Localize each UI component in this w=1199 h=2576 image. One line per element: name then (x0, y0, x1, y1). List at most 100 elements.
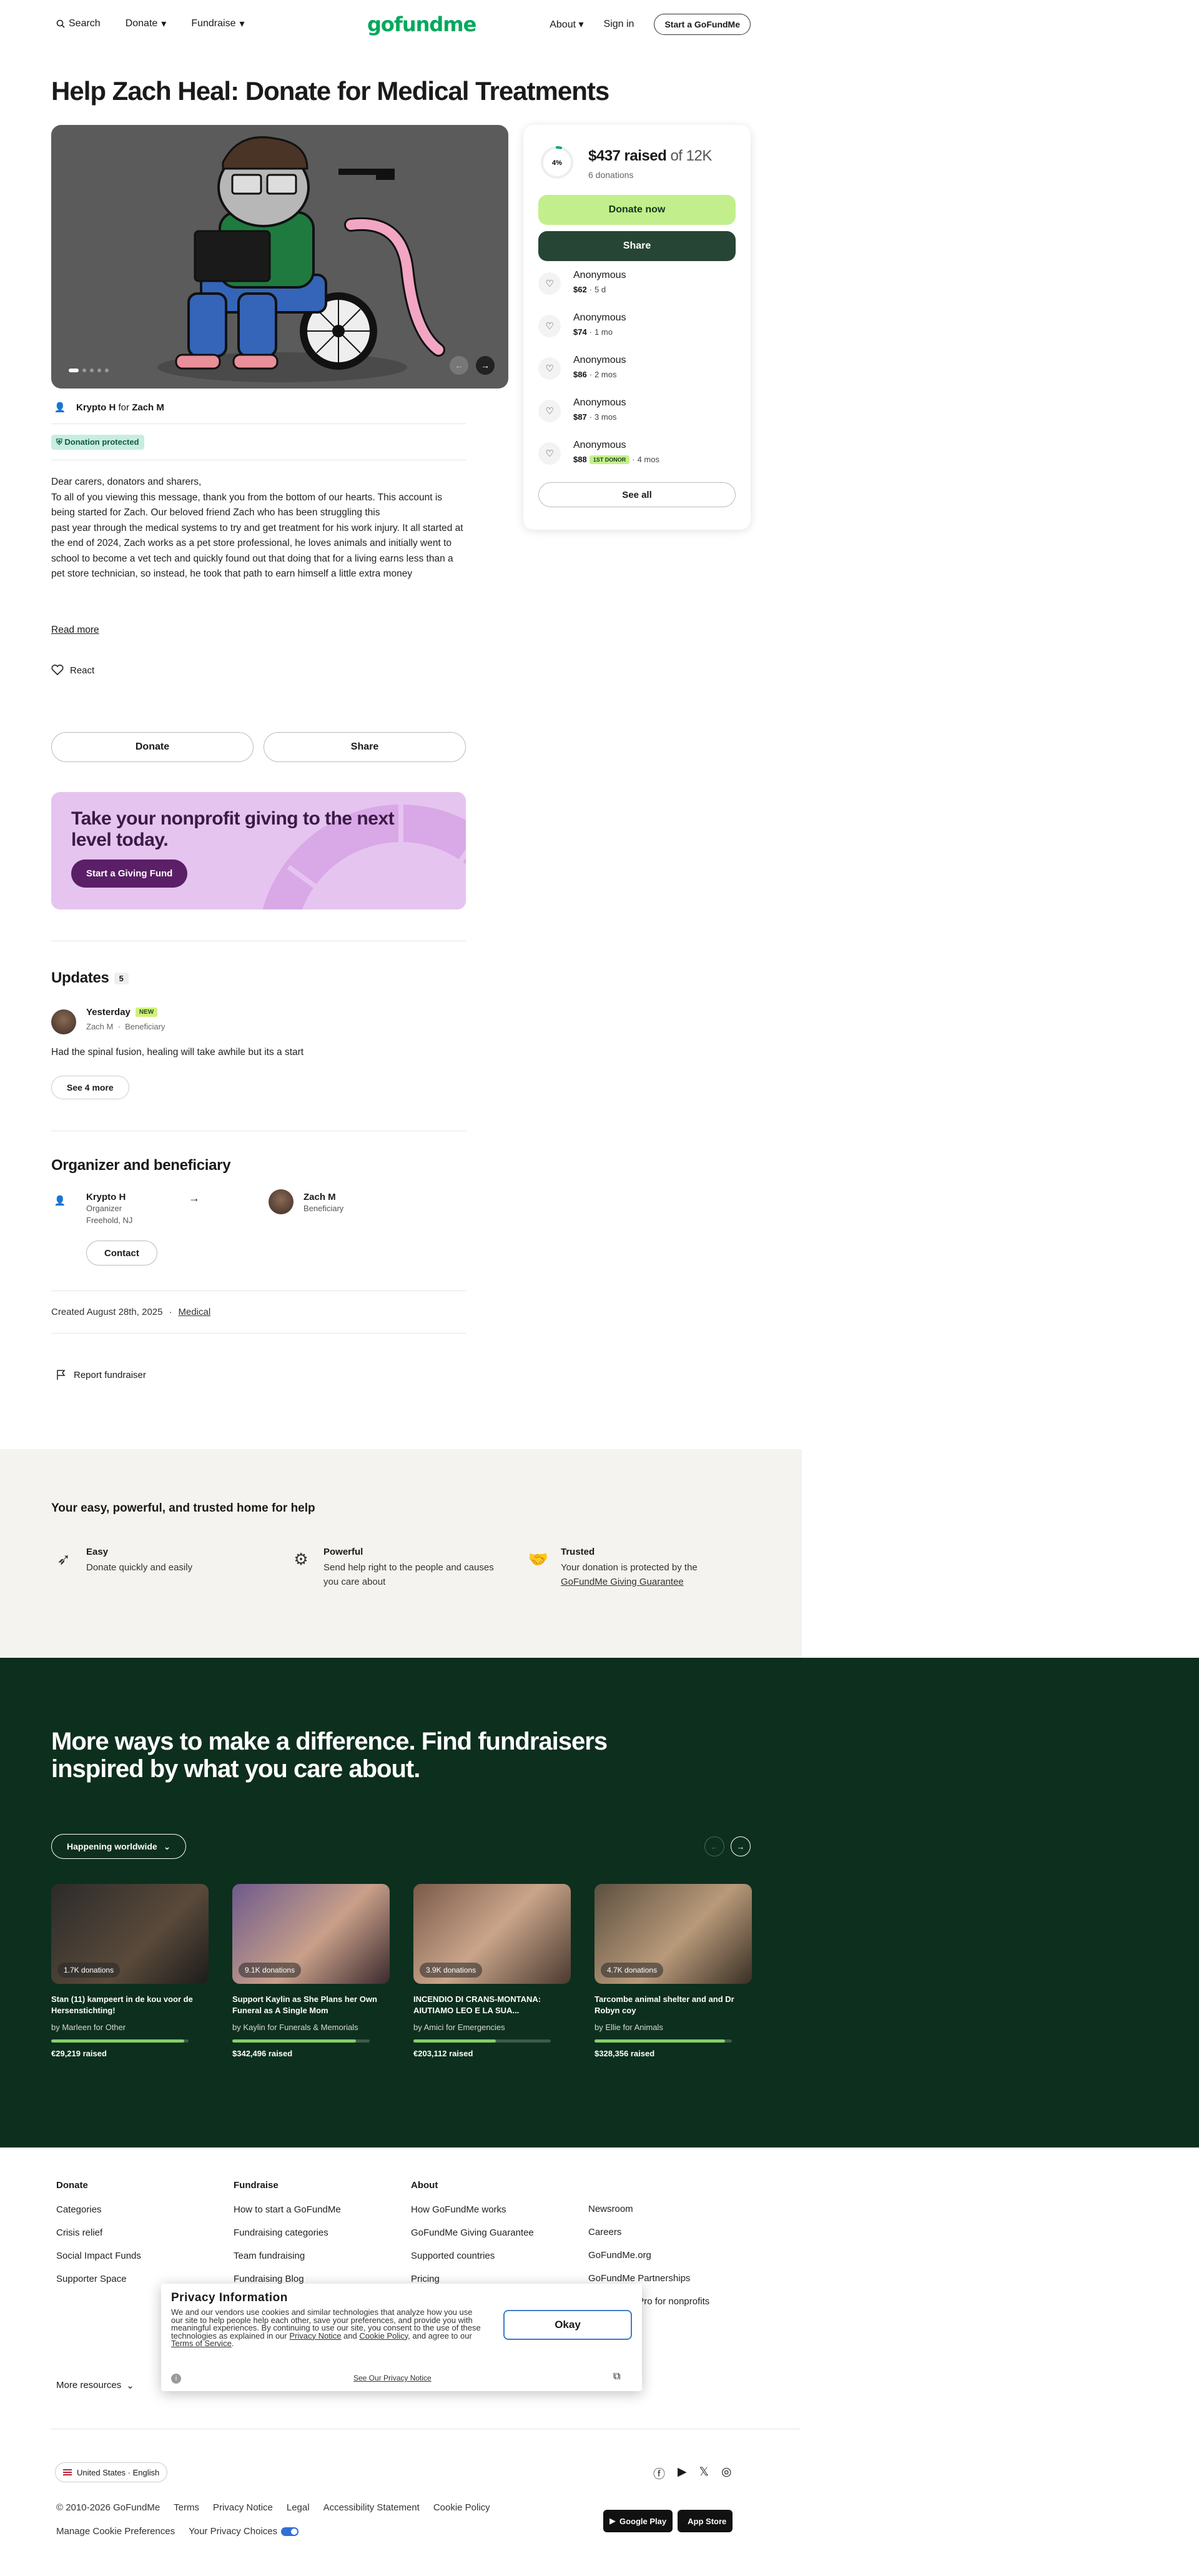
fundraiser-card[interactable]: 3.9K donations INCENDIO DI CRANS-MONTANA… (413, 1884, 571, 2058)
start-gofundme-button[interactable]: Start a GoFundMe (654, 14, 751, 35)
react-button[interactable]: React (51, 665, 94, 676)
media-dot[interactable] (105, 369, 109, 372)
footer-link[interactable]: Categories (56, 2204, 141, 2215)
footer-link[interactable]: Supported countries (411, 2251, 534, 2261)
fundraiser-card[interactable]: 4.7K donations Tarcombe animal shelter a… (595, 1884, 752, 2058)
donor-amount-value: $74 (573, 327, 587, 337)
gear-icon: ⚙ (294, 1549, 308, 1568)
footer-link[interactable]: Terms (174, 2502, 199, 2513)
see-all-button[interactable]: See all (538, 482, 736, 507)
media-dot[interactable] (90, 369, 94, 372)
updates-title: Updates 5 (51, 969, 129, 987)
footer-link[interactable]: Newsroom (588, 2204, 709, 2214)
donor-name: Anonymous (573, 440, 626, 450)
promo-title: Take your nonprofit giving to the next l… (71, 808, 395, 850)
contact-button[interactable]: Contact (86, 1241, 157, 1266)
see-more-updates-button[interactable]: See 4 more (51, 1076, 129, 1099)
footer-link[interactable]: Privacy Notice (213, 2502, 273, 2513)
cookie-policy-link[interactable]: Cookie Policy (359, 2331, 408, 2341)
us-flag-icon (63, 2469, 72, 2475)
media-dot[interactable] (82, 369, 86, 372)
fundraise-menu[interactable]: Fundraise ▾ (191, 17, 244, 30)
footer-link[interactable]: Fundraising Blog (234, 2274, 341, 2284)
okay-button[interactable]: Okay (503, 2310, 632, 2340)
about-menu[interactable]: About ▾ (550, 18, 583, 31)
more-resources-toggle[interactable]: More resources ⌄ (56, 2380, 134, 2391)
organizer-info: Krypto H Organizer Freehold, NJ (86, 1192, 132, 1226)
next-arrow-icon[interactable]: → (731, 1836, 751, 1856)
locale-selector[interactable]: United States · English (55, 2462, 168, 2482)
share-button[interactable]: Share (264, 732, 466, 762)
footer-link[interactable]: Social Impact Funds (56, 2251, 141, 2261)
footer-link[interactable]: Pricing (411, 2274, 534, 2284)
start-giving-fund-button[interactable]: Start a Giving Fund (71, 859, 188, 888)
fundraiser-card[interactable]: 1.7K donations Stan (11) kampeert in de … (51, 1884, 209, 2058)
sign-in-link[interactable]: Sign in (604, 19, 634, 30)
location-filter-button[interactable]: Happening worldwide ⌄ (51, 1834, 187, 1859)
donor-amount: $62 · 5 d (573, 285, 606, 294)
youtube-icon[interactable]: ▶ (678, 2465, 687, 2482)
footer-link[interactable]: Cookie Policy (433, 2502, 490, 2513)
footer-link[interactable]: Fundraising categories (234, 2227, 341, 2238)
search-link[interactable]: Search (56, 17, 101, 30)
donate-button[interactable]: Donate (51, 732, 254, 762)
for-word: for (118, 402, 130, 413)
media-dot[interactable] (97, 369, 101, 372)
privacy-notice-link[interactable]: Privacy Notice (289, 2331, 341, 2341)
created-info: Created August 28th, 2025 · Medical (51, 1307, 210, 1317)
chevron-down-icon: ▾ (161, 19, 167, 29)
footer-link[interactable]: How GoFundMe works (411, 2204, 534, 2215)
page-title: Help Zach Heal: Donate for Medical Treat… (51, 76, 609, 106)
footer-link[interactable]: GoFundMe Partnerships (588, 2273, 709, 2284)
x-icon[interactable]: 𝕏 (699, 2465, 709, 2482)
donation-protected-badge[interactable]: ⛨ Donation protected (51, 435, 144, 450)
donations-pill: 1.7K donations (57, 1963, 121, 1978)
updates-title-label: Updates (51, 969, 109, 986)
progress-fill (232, 2039, 356, 2043)
share-button[interactable]: Share (538, 231, 736, 261)
beneficiary-card-name: Zach M (303, 1192, 336, 1202)
footer-link[interactable]: Legal (287, 2502, 310, 2513)
report-label: Report fundraiser (74, 1369, 146, 1380)
facebook-icon[interactable]: ⓕ (653, 2465, 665, 2482)
progress-percent: 4% (552, 159, 562, 167)
header-left-nav: Search Donate ▾ Fundraise ▾ (56, 17, 245, 30)
donate-now-button[interactable]: Donate now (538, 195, 736, 225)
footer-link[interactable]: Crisis relief (56, 2227, 141, 2238)
organizer-section-title: Organizer and beneficiary (51, 1157, 231, 1174)
giving-guarantee-link[interactable]: GoFundMe Giving Guarantee (561, 1577, 684, 1587)
trust-item-title: Powerful (323, 1547, 363, 1557)
prev-arrow-icon[interactable]: ← (704, 1836, 724, 1856)
privacy-text-and: and (341, 2331, 360, 2341)
donation-hand-icon: ♡ (538, 442, 561, 465)
manage-cookies-link[interactable]: Manage Cookie Preferences (56, 2526, 175, 2537)
footer-link[interactable]: Accessibility Statement (323, 2502, 420, 2513)
google-play-badge[interactable]: ▶ Google Play (603, 2510, 673, 2532)
gofundme-logo[interactable]: gofundme (367, 12, 476, 36)
fundraiser-card[interactable]: 9.1K donations Support Kaylin as She Pla… (232, 1884, 390, 2058)
media-dot[interactable] (69, 369, 79, 372)
campaign-media[interactable]: ← → (51, 125, 508, 389)
privacy-choices-link[interactable]: Your Privacy Choices (189, 2526, 299, 2537)
terms-link[interactable]: Terms of Service (171, 2339, 232, 2348)
donate-menu[interactable]: Donate ▾ (126, 17, 167, 30)
instagram-icon[interactable]: ◎ (721, 2465, 732, 2482)
category-link[interactable]: Medical (178, 1307, 210, 1317)
report-fundraiser-link[interactable]: Report fundraiser (56, 1369, 146, 1380)
trust-item-title: Easy (86, 1547, 109, 1557)
footer-link[interactable]: Careers (588, 2227, 709, 2237)
read-more-link[interactable]: Read more (51, 625, 99, 636)
cookie-settings-icon[interactable]: ⧉ (613, 2371, 620, 2382)
chevron-down-icon: ▾ (239, 19, 245, 29)
footer-link[interactable]: Supporter Space (56, 2274, 141, 2284)
prev-arrow-icon[interactable]: ← (450, 356, 468, 375)
footer-link[interactable]: Team fundraising (234, 2251, 341, 2261)
next-arrow-icon[interactable]: → (476, 356, 495, 375)
footer-link[interactable]: GoFundMe Giving Guarantee (411, 2227, 534, 2238)
see-privacy-notice-link[interactable]: See Our Privacy Notice (353, 2374, 432, 2382)
footer-link[interactable]: How to start a GoFundMe (234, 2204, 341, 2215)
info-icon[interactable]: i (171, 2374, 181, 2384)
footer-link[interactable]: GoFundMe.org (588, 2250, 709, 2261)
app-store-badge[interactable]: App Store (678, 2510, 733, 2532)
donor-time: 4 mos (637, 455, 659, 464)
